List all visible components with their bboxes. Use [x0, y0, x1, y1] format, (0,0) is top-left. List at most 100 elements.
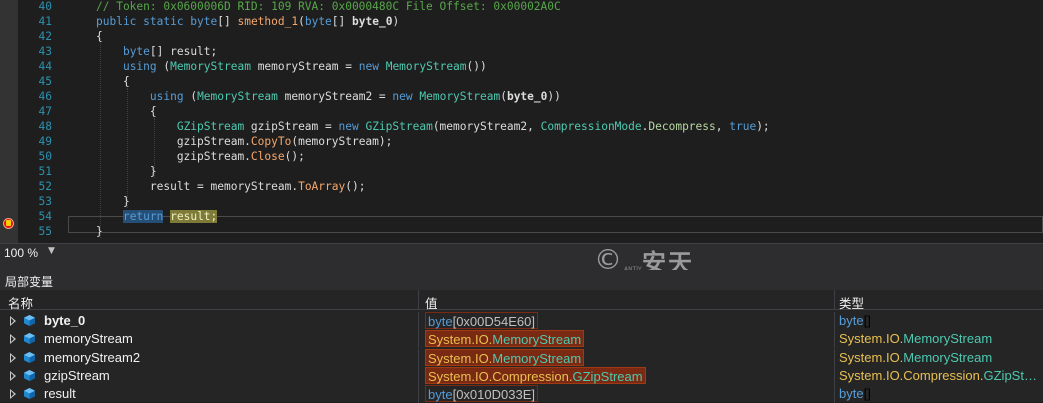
variable-icon	[24, 351, 35, 363]
code-line[interactable]: 41 public static byte[] smethod_1(byte[] …	[0, 14, 1043, 30]
expand-arrow-icon[interactable]	[10, 370, 16, 381]
line-number: 47	[38, 105, 52, 118]
variable-value[interactable]: byte[0x010D033E]	[425, 385, 538, 403]
variable-value[interactable]: System.IO.MemoryStream	[425, 330, 585, 348]
column-divider	[418, 330, 419, 349]
variable-icon	[24, 333, 35, 345]
code-line[interactable]: 55}	[0, 224, 1043, 240]
code-line[interactable]: 52 result = memoryStream.ToArray();	[0, 179, 1043, 195]
code-text: GZipStream gzipStream = new GZipStream(m…	[176, 120, 770, 133]
locals-row[interactable]: memoryStream System.IO.MemoryStream System…	[0, 330, 1043, 349]
variable-value[interactable]: System.IO.Compression.GZipStream	[425, 366, 646, 384]
code-text: public static byte[] smethod_1(byte[] by…	[96, 15, 400, 28]
expand-arrow-icon[interactable]	[10, 352, 16, 363]
panel-title: 局部变量	[5, 275, 54, 289]
code-line[interactable]: 50 gzipStream.Close();	[0, 149, 1043, 165]
line-number: 48	[38, 120, 52, 133]
line-number: 45	[38, 75, 52, 88]
line-number: 55	[38, 225, 52, 238]
line-number: 43	[38, 45, 52, 58]
column-divider	[834, 385, 835, 403]
line-number: 52	[38, 180, 52, 193]
expand-arrow-icon[interactable]	[10, 334, 16, 345]
code-line[interactable]: 51 }	[0, 164, 1043, 180]
column-divider	[418, 312, 419, 330]
column-divider	[834, 312, 835, 330]
line-number: 46	[38, 90, 52, 103]
line-number: 41	[38, 15, 52, 28]
locals-row[interactable]: result byte[0x010D033E] byte[]	[0, 385, 1043, 403]
variable-icon	[24, 315, 35, 326]
code-text: // Token: 0x0600006D RID: 109 RVA: 0x000…	[96, 0, 561, 13]
code-editor[interactable]: 40 // Token: 0x0600006D RID: 109 RVA: 0x0…	[0, 0, 1043, 243]
column-divider	[418, 348, 419, 367]
locals-row[interactable]: byte_0 byte[0x00D54E60] byte[]	[0, 312, 1043, 330]
column-header-value[interactable]: 值	[425, 293, 438, 312]
code-line[interactable]: 42 {	[0, 29, 1043, 45]
variable-name: byte_0	[44, 313, 86, 328]
code-line[interactable]: 43 byte[] result;	[0, 44, 1043, 60]
code-line[interactable]: 46 using (MemoryStream memoryStream2 = n…	[0, 89, 1043, 105]
panel-title-bar[interactable]: 局部变量	[0, 270, 1043, 290]
variable-name: result	[44, 386, 76, 402]
code-line[interactable]: 54 return result;	[0, 209, 1043, 225]
variable-name: gzipStream	[44, 367, 110, 383]
column-divider	[418, 385, 419, 403]
code-line[interactable]: 53 }	[0, 194, 1043, 210]
chevron-down-icon[interactable]: ▼	[48, 246, 55, 256]
column-divider	[834, 330, 835, 349]
locals-row[interactable]: gzipStream System.IO.Compression.GZipStre…	[0, 366, 1043, 385]
line-number: 54	[38, 210, 52, 223]
line-number: 50	[38, 150, 52, 163]
line-number: 49	[38, 135, 52, 148]
column-divider[interactable]	[418, 290, 419, 310]
code-text: {	[96, 30, 103, 43]
code-text: gzipStream.CopyTo(memoryStream);	[96, 135, 393, 148]
editor-status-bar: 100 % ▼	[0, 243, 1043, 262]
code-text: }	[96, 225, 103, 238]
column-divider	[418, 366, 419, 385]
line-number: 42	[38, 30, 52, 43]
variable-type: byte[]	[839, 313, 871, 328]
variable-type: System.IO.MemoryStream	[839, 331, 993, 347]
column-divider[interactable]	[834, 290, 835, 310]
expand-arrow-icon[interactable]	[10, 316, 16, 326]
code-text: }	[96, 195, 130, 208]
code-line[interactable]: 40 // Token: 0x0600006D RID: 109 RVA: 0x0…	[0, 0, 1043, 15]
code-line[interactable]: 48 GZipStream gzipStream = new GZipStrea…	[0, 119, 1043, 135]
column-divider	[834, 348, 835, 367]
variable-value[interactable]: System.IO.MemoryStream	[425, 348, 585, 366]
locals-row[interactable]: memoryStream2 System.IO.MemoryStream Syste…	[0, 348, 1043, 367]
code-text: byte[] result;	[122, 45, 218, 58]
variable-type: System.IO.MemoryStream	[839, 349, 993, 365]
locals-panel: 局部变量 名称 值 类型 byte_0 byte[0x00D54E60] byte[…	[0, 270, 1043, 403]
code-line[interactable]: 47 {	[0, 104, 1043, 120]
column-divider	[834, 366, 835, 385]
line-number: 53	[38, 195, 52, 208]
code-text: }	[96, 165, 157, 178]
code-line[interactable]: 45 {	[0, 74, 1043, 90]
zoom-level[interactable]: 100 %	[4, 246, 38, 260]
locals-header: 名称 值 类型	[0, 290, 1043, 312]
expand-arrow-icon[interactable]	[10, 389, 16, 400]
code-text: result = memoryStream.ToArray();	[96, 180, 366, 193]
column-header-type[interactable]: 类型	[839, 293, 864, 312]
variable-icon	[24, 388, 35, 400]
variable-icon	[24, 369, 35, 381]
code-text: gzipStream.Close();	[96, 150, 305, 163]
column-header-name[interactable]: 名称	[8, 293, 33, 312]
variable-value[interactable]: byte[0x00D54E60]	[425, 312, 538, 329]
panel-splitter[interactable]	[0, 262, 1043, 270]
variable-name: memoryStream	[44, 331, 133, 347]
line-number: 51	[38, 165, 52, 178]
line-number: 40	[38, 0, 52, 13]
code-line[interactable]: 49 gzipStream.CopyTo(memoryStream);	[0, 134, 1043, 150]
code-text: using (MemoryStream memoryStream2 = new …	[149, 90, 561, 103]
variable-type: System.IO.Compression.GZipSt…	[839, 367, 1037, 383]
variable-name: memoryStream2	[44, 349, 141, 365]
code-text: using (MemoryStream memoryStream = new M…	[122, 60, 487, 73]
variable-type: byte[]	[839, 386, 871, 402]
code-line[interactable]: 44 using (MemoryStream memoryStream = ne…	[0, 59, 1043, 75]
code-text: {	[96, 105, 157, 118]
code-text: return result;	[122, 210, 218, 223]
